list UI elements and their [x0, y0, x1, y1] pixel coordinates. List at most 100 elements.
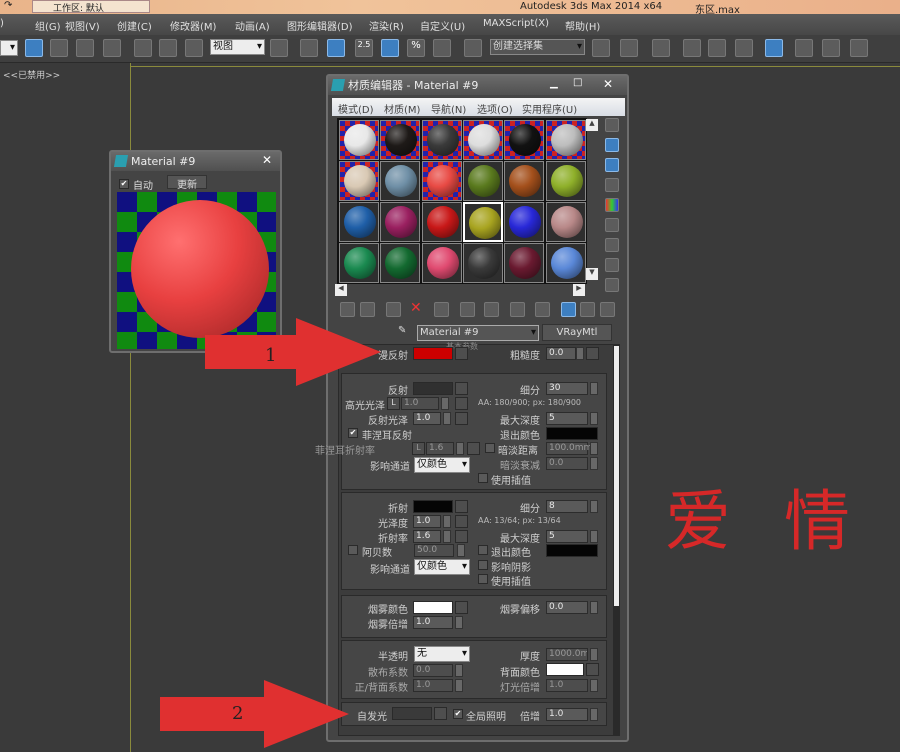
edit-named-selection-icon[interactable]: [464, 39, 482, 57]
selection-filter-dropdown[interactable]: [0, 40, 18, 56]
sample-slot[interactable]: [462, 120, 503, 160]
dim-distance-input[interactable]: 100.0mm: [546, 442, 592, 455]
sample-slot[interactable]: [504, 243, 545, 283]
scroll-right-icon[interactable]: ▶: [573, 284, 585, 296]
abbe-checkbox[interactable]: [348, 545, 358, 555]
percent-snap-icon[interactable]: %: [407, 39, 425, 57]
material-preview-window[interactable]: Material #9 ✕ ✔ 自动 更新: [109, 150, 282, 353]
sample-slot[interactable]: [504, 202, 545, 242]
workspace-dropdown[interactable]: 工作区: 默认: [32, 0, 150, 14]
abbe-spinner[interactable]: [457, 544, 465, 557]
fog-mult-input[interactable]: 1.0: [413, 616, 453, 629]
fog-bias-spinner[interactable]: [590, 601, 598, 614]
select-by-name-icon[interactable]: [50, 39, 68, 57]
thickness-input[interactable]: 1000.0mm: [546, 648, 588, 661]
menu-views[interactable]: 视图(V): [65, 18, 100, 33]
scroll-left-icon[interactable]: ◀: [335, 284, 347, 296]
show-end-result-icon[interactable]: [561, 302, 576, 317]
menu-help[interactable]: 帮助(H): [565, 18, 600, 33]
self-illum-color-swatch[interactable]: [392, 707, 432, 720]
auto-checkbox[interactable]: ✔: [119, 179, 129, 189]
refr-gloss-map-button[interactable]: [455, 515, 468, 528]
dim-falloff-spinner[interactable]: [590, 457, 598, 470]
scroll-up-icon[interactable]: ▲: [586, 119, 598, 131]
sample-slot[interactable]: [380, 161, 421, 201]
update-button[interactable]: 更新: [167, 175, 207, 191]
sample-uv-tiling-icon[interactable]: [605, 178, 619, 192]
scroll-down-icon[interactable]: ▼: [586, 268, 598, 280]
menu-modifiers[interactable]: 修改器(M): [170, 18, 216, 33]
sample-type-icon[interactable]: [605, 118, 619, 132]
go-to-parent-icon[interactable]: [580, 302, 595, 317]
background-icon[interactable]: [605, 158, 619, 172]
menu-item[interactable]: ): [0, 18, 4, 29]
rotate-icon[interactable]: [159, 39, 177, 57]
rectangular-selection-icon[interactable]: [76, 39, 94, 57]
reflect-map-button[interactable]: [455, 382, 468, 395]
ior-map-button[interactable]: [455, 530, 468, 543]
diffuse-color-swatch[interactable]: [413, 347, 453, 360]
sample-slot[interactable]: [504, 161, 545, 201]
menu-rendering[interactable]: 渲染(R): [369, 18, 404, 33]
close-icon[interactable]: ✕: [603, 77, 613, 91]
scene-explorer-icon[interactable]: [683, 39, 701, 57]
material-name-field[interactable]: Material #9: [417, 325, 539, 341]
refr-gloss-spinner[interactable]: [443, 515, 451, 528]
diffuse-map-button[interactable]: [455, 347, 468, 360]
spinner-snap-icon[interactable]: [433, 39, 451, 57]
get-material-icon[interactable]: [340, 302, 355, 317]
refract-use-interp-checkbox[interactable]: [478, 574, 488, 584]
fog-mult-spinner[interactable]: [455, 616, 463, 629]
maximize-icon[interactable]: □: [573, 77, 582, 88]
align-icon[interactable]: [620, 39, 638, 57]
material-type-button[interactable]: VRayMtl: [542, 324, 612, 341]
refract-max-depth-spinner[interactable]: [590, 530, 598, 543]
gi-checkbox[interactable]: ✔: [453, 709, 463, 719]
window-crossing-icon[interactable]: [103, 39, 121, 57]
curve-editor-icon[interactable]: [708, 39, 726, 57]
menu-group[interactable]: 组(G): [35, 18, 61, 33]
angle-snap-icon[interactable]: [381, 39, 399, 57]
self-illum-map-button[interactable]: [434, 707, 447, 720]
fog-color-swatch[interactable]: [413, 601, 453, 614]
keyboard-shortcut-icon[interactable]: [327, 39, 345, 57]
make-preview-icon[interactable]: [605, 218, 619, 232]
refl-gloss-input[interactable]: 1.0: [413, 412, 441, 425]
refract-exit-color-swatch[interactable]: [546, 544, 598, 557]
make-copy-icon[interactable]: [434, 302, 449, 317]
sample-slot[interactable]: [545, 161, 586, 201]
sample-slot[interactable]: [339, 243, 379, 283]
pivot-icon[interactable]: [270, 39, 288, 57]
fwd-back-spinner[interactable]: [455, 679, 463, 692]
fog-color-map-button[interactable]: [455, 601, 468, 614]
rendered-frame-window-icon[interactable]: [822, 39, 840, 57]
menu-options[interactable]: 选项(O): [477, 101, 513, 116]
translucency-dropdown[interactable]: 无: [414, 646, 470, 662]
fresnel-ior-spinner[interactable]: [456, 442, 464, 455]
menu-graph-editors[interactable]: 图形编辑器(D): [287, 18, 353, 33]
material-map-navigator-icon[interactable]: [605, 278, 619, 292]
refr-gloss-input[interactable]: 1.0: [413, 515, 441, 528]
reflect-subdivs-spinner[interactable]: [590, 382, 598, 395]
sample-slot[interactable]: [545, 243, 586, 283]
make-unique-icon[interactable]: [460, 302, 475, 317]
named-selection-set-dropdown[interactable]: 创建选择集: [490, 39, 585, 55]
fresnel-ior-map-button[interactable]: [467, 442, 480, 455]
sample-slot[interactable]: [339, 202, 379, 242]
affect-shadows-checkbox[interactable]: [478, 560, 488, 570]
light-mult-input[interactable]: 1.0: [546, 679, 588, 692]
reflect-subdivs-input[interactable]: 30: [546, 382, 588, 395]
refract-affect-channels-dropdown[interactable]: 仅颜色: [414, 559, 470, 575]
hilight-gloss-input[interactable]: 1.0: [401, 397, 439, 410]
refl-gloss-map-button[interactable]: [455, 412, 468, 425]
put-to-library-icon[interactable]: [484, 302, 499, 317]
roughness-map-button[interactable]: [586, 347, 599, 360]
put-to-scene-icon[interactable]: [360, 302, 375, 317]
material-id-channel-icon[interactable]: [510, 302, 525, 317]
refract-exit-color-checkbox[interactable]: [478, 545, 488, 555]
select-object-icon[interactable]: [25, 39, 43, 57]
select-manipulate-icon[interactable]: [300, 39, 318, 57]
reflect-affect-channels-dropdown[interactable]: 仅颜色: [414, 457, 470, 473]
sample-slot[interactable]: [421, 161, 462, 201]
options-icon[interactable]: [605, 238, 619, 252]
